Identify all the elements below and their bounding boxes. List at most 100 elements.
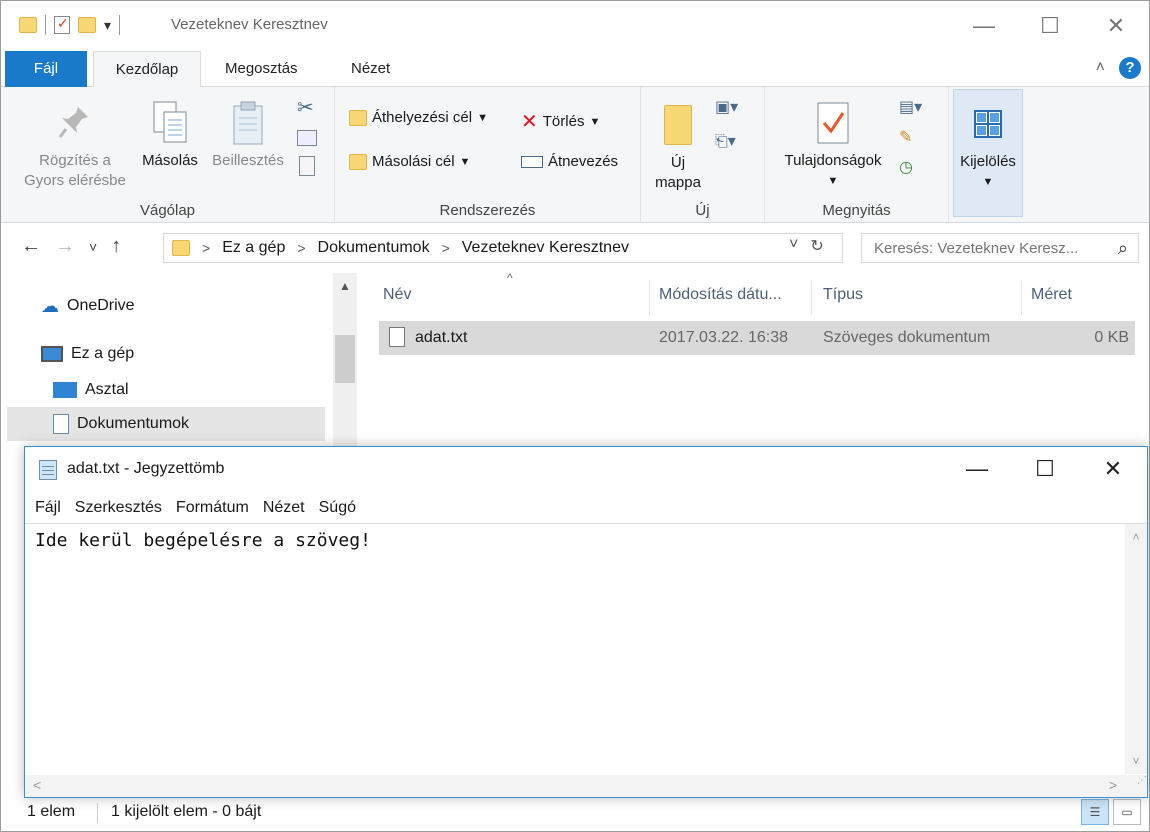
tab-home[interactable]: Kezdőlap (93, 51, 201, 88)
nav-label: Dokumentumok (77, 415, 190, 432)
menu-file[interactable]: Fájl (35, 499, 61, 517)
tab-view[interactable]: Nézet (335, 51, 406, 87)
rename-button[interactable]: Átnevezés (521, 153, 618, 170)
breadcrumb-current-folder[interactable]: Vezeteknev Keresztnev (462, 239, 629, 257)
item-count: 1 elem (27, 803, 76, 820)
close-button[interactable]: ✕ (1083, 1, 1149, 51)
new-item-icon[interactable]: ▣▾ (715, 97, 738, 117)
refresh-button[interactable]: ↻ (810, 236, 823, 256)
maximize-button[interactable]: ☐ (1011, 447, 1079, 491)
menu-edit[interactable]: Szerkesztés (75, 499, 162, 517)
help-icon[interactable]: ? (1119, 57, 1141, 79)
properties-icon[interactable] (54, 15, 70, 34)
copy-button[interactable]: Másolás (137, 99, 203, 171)
notepad-icon (39, 460, 57, 480)
large-icons-view-icon[interactable]: ▭ (1113, 799, 1141, 825)
maximize-button[interactable]: ☐ (1017, 1, 1083, 51)
file-list: Név ^ Módosítás dátu... Típus Méret adat… (361, 271, 1141, 447)
recent-locations-button[interactable]: ˅ (89, 239, 97, 255)
horizontal-scrollbar[interactable]: < > (25, 775, 1125, 797)
breadcrumb-separator: > (202, 240, 211, 256)
nav-scrollbar[interactable]: ▲ (333, 273, 357, 447)
cut-icon[interactable]: ✂ (297, 95, 317, 120)
move-to-button[interactable]: Áthelyezési cél ▼ (349, 109, 488, 126)
scroll-left-icon[interactable]: < (33, 777, 41, 793)
properties-icon (816, 99, 850, 147)
notepad-text-area[interactable]: Ide kerül begépelésre a szöveg! ˄ ˅ < > … (25, 523, 1147, 797)
history-icon[interactable]: ◷ (899, 157, 922, 177)
menu-help[interactable]: Súgó (319, 499, 356, 517)
breadcrumb-documents[interactable]: Dokumentumok (318, 239, 430, 257)
scroll-down-icon[interactable]: ˅ (1125, 754, 1147, 768)
address-bar[interactable]: > Ez a gép > Dokumentumok > Vezeteknev K… (163, 233, 843, 263)
paste-button[interactable]: Beillesztés (205, 99, 291, 171)
text-file-icon (389, 327, 405, 347)
close-button[interactable]: ✕ (1079, 447, 1147, 491)
nav-label: Asztal (85, 381, 129, 398)
copy-to-button[interactable]: Másolási cél ▼ (349, 153, 470, 170)
breadcrumb-separator: > (297, 240, 306, 256)
qat-dropdown-icon[interactable]: ▾ (104, 17, 111, 34)
divider (45, 15, 46, 35)
minimize-button[interactable]: — (943, 447, 1011, 491)
nav-item-this-pc[interactable]: Ez a gép (41, 337, 134, 371)
navigation-pane: ☁ OneDrive Ez a gép Asztal Dokumentumok … (7, 273, 357, 447)
pin-label-line2: Gyors elérésbe (24, 172, 126, 189)
nav-item-desktop[interactable]: Asztal (53, 373, 129, 407)
nav-label: Ez a gép (71, 345, 135, 362)
explorer-titlebar: ▾ Vezeteknev Keresztnev — ☐ ✕ (1, 1, 1149, 51)
new-folder-button[interactable]: Új mappa (649, 101, 707, 193)
new-group: Új mappa ▣▾ ⎗▾ Új (641, 87, 765, 223)
divider (119, 15, 121, 35)
scroll-up-icon[interactable]: ˄ (1125, 530, 1147, 544)
column-type[interactable]: Típus (823, 283, 863, 313)
copy-icon (152, 99, 188, 147)
notepad-content[interactable]: Ide kerül begépelésre a szöveg! (35, 530, 371, 551)
menu-view[interactable]: Nézet (263, 499, 305, 517)
pin-quick-access-button[interactable]: Rögzítés a Gyors elérésbe (15, 99, 135, 191)
minimize-button[interactable]: — (951, 1, 1017, 51)
nav-item-onedrive[interactable]: ☁ OneDrive (41, 289, 135, 323)
tab-file[interactable]: Fájl (5, 51, 87, 87)
scroll-thumb[interactable] (335, 335, 355, 383)
paste-shortcut-icon[interactable] (299, 156, 315, 176)
column-size[interactable]: Méret (1031, 283, 1072, 313)
scroll-up-icon[interactable]: ▲ (333, 279, 357, 293)
file-row[interactable]: adat.txt 2017.03.22. 16:38 Szöveges doku… (379, 321, 1135, 355)
breadcrumb-this-pc[interactable]: Ez a gép (222, 239, 285, 257)
desktop-icon (53, 382, 77, 398)
edit-icon[interactable]: ✎ (899, 127, 922, 147)
cloud-icon: ☁ (41, 295, 59, 316)
details-view-icon[interactable]: ☰ (1081, 799, 1109, 825)
selection-info: 1 kijelölt elem - 0 bájt (111, 803, 262, 820)
forward-button[interactable]: → (55, 235, 75, 258)
copy-path-icon[interactable] (297, 130, 317, 146)
nav-label: OneDrive (67, 297, 135, 314)
column-modified[interactable]: Módosítás dátu... (659, 283, 782, 313)
scroll-right-icon[interactable]: > (1109, 777, 1117, 793)
tab-share[interactable]: Megosztás (209, 51, 314, 87)
resize-grip-icon[interactable]: ⋰ (1125, 775, 1147, 797)
up-button[interactable]: ↑ (111, 235, 121, 258)
nav-item-documents[interactable]: Dokumentumok (7, 407, 325, 441)
menu-format[interactable]: Formátum (176, 499, 249, 517)
column-name[interactable]: Név (383, 283, 411, 313)
documents-icon (53, 414, 69, 434)
select-button[interactable]: Kijelölés ▼ (953, 89, 1023, 217)
address-dropdown-button[interactable]: ˅ (789, 236, 798, 256)
delete-button[interactable]: ✕ Törlés ▼ (521, 109, 600, 134)
computer-icon (41, 346, 63, 362)
properties-button[interactable]: Tulajdonságok ▼ (771, 99, 895, 191)
navigation-bar: ← → ˅ ↑ > Ez a gép > Dokumentumok > Veze… (1, 227, 1149, 269)
back-button[interactable]: ← (21, 235, 41, 258)
search-input[interactable]: Keresés: Vezeteknev Keresz... ⌕ (861, 233, 1139, 263)
easy-access-icon[interactable]: ⎗▾ (715, 131, 738, 151)
divider (811, 281, 812, 315)
file-type: Szöveges dokumentum (823, 329, 991, 346)
ribbon-collapse-icon[interactable]: ˄ (1096, 59, 1105, 77)
vertical-scrollbar[interactable]: ˄ ˅ (1125, 524, 1147, 774)
open-group-label: Megnyitás (822, 202, 891, 219)
search-icon[interactable]: ⌕ (1118, 238, 1128, 259)
open-icon[interactable]: ▤▾ (899, 97, 922, 117)
new-folder-icon[interactable] (78, 17, 96, 33)
